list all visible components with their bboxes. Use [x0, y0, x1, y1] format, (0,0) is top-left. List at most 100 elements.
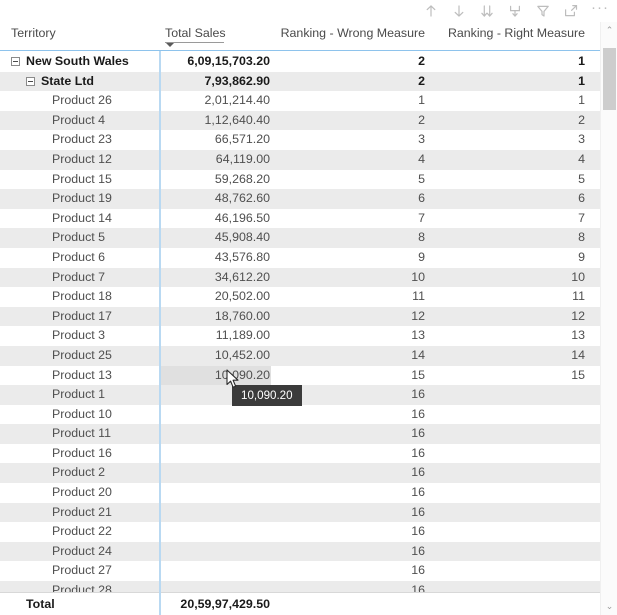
column-header-territory[interactable]: Territory [11, 26, 56, 40]
cell-total-sales [165, 405, 270, 425]
cell-ranking-right-measure [435, 444, 585, 464]
cell-territory: Product 11 [52, 426, 112, 441]
cell-ranking-wrong-measure: 10 [411, 269, 425, 284]
cell-ranking-right-measure [435, 424, 585, 444]
table-row[interactable]: Product 6 43,576.80 9 9 [0, 247, 600, 268]
cell-total-sales: 46,196.50 [214, 210, 270, 225]
table-row[interactable]: Product 5 45,908.40 8 8 [0, 228, 600, 248]
cell-total-sales: 7,93,862.90 [204, 73, 270, 88]
cell-ranking-right-measure [435, 542, 585, 562]
cell-ranking-wrong-measure: 13 [411, 328, 425, 343]
cell-ranking-wrong-measure: 16 [411, 387, 425, 402]
cell-territory: Product 24 [52, 543, 112, 558]
table-row[interactable]: Product 16 16 [0, 443, 600, 464]
cell-total-sales [165, 483, 270, 503]
table-row[interactable]: State Ltd 7,93,862.90 2 1 [0, 71, 600, 92]
cell-ranking-right-measure: 13 [571, 328, 585, 343]
table-row[interactable]: Product 4 1,12,640.40 2 2 [0, 110, 600, 131]
table-row[interactable]: Product 10 16 [0, 404, 600, 425]
table-row[interactable]: Product 13 10,090.20 15 15 [0, 365, 600, 386]
cell-territory: New South Wales [26, 54, 129, 68]
vertical-scrollbar[interactable]: ⌃ ⌄ [600, 22, 617, 615]
matrix-body[interactable]: New South Wales 6,09,15,703.20 2 1 State Ltd… [0, 52, 600, 592]
total-row: Total 20,59,97,429.50 [0, 592, 600, 615]
cell-ranking-right-measure [435, 483, 585, 503]
table-row[interactable]: Product 7 34,612.20 10 10 [0, 267, 600, 288]
cell-territory: Product 28 [52, 583, 112, 592]
collapse-icon[interactable] [26, 76, 35, 86]
cell-territory: Product 27 [52, 563, 112, 578]
cell-ranking-wrong-measure: 16 [411, 543, 425, 558]
focus-mode-icon[interactable] [563, 4, 578, 19]
table-row[interactable]: Product 14 46,196.50 7 7 [0, 208, 600, 229]
cell-ranking-wrong-measure: 9 [418, 249, 425, 264]
cell-total-sales [165, 561, 270, 581]
table-row[interactable]: Product 24 16 [0, 541, 600, 562]
table-row[interactable]: Product 26 2,01,214.40 1 1 [0, 91, 600, 111]
table-row[interactable]: Product 27 16 [0, 561, 600, 582]
cell-ranking-wrong-measure: 3 [418, 132, 425, 147]
cell-total-sales [165, 522, 270, 542]
cell-total-sales: 66,571.20 [214, 132, 270, 147]
table-row[interactable]: Product 20 16 [0, 483, 600, 503]
cell-ranking-wrong-measure: 16 [411, 524, 425, 539]
expand-all-down-icon[interactable] [479, 4, 494, 19]
table-row[interactable]: Product 12 64,119.00 4 4 [0, 149, 600, 170]
scroll-down-icon[interactable]: ⌄ [601, 598, 617, 615]
column-header-ranking-right-measure[interactable]: Ranking - Right Measure [430, 26, 585, 40]
table-row[interactable]: Product 17 18,760.00 12 12 [0, 306, 600, 327]
more-options-icon[interactable]: ··· [591, 0, 609, 18]
drill-down-arrow-icon[interactable] [451, 4, 466, 19]
table-row[interactable]: Product 23 66,571.20 3 3 [0, 130, 600, 150]
cell-ranking-wrong-measure: 12 [411, 308, 425, 323]
column-header-ranking-wrong-measure[interactable]: Ranking - Wrong Measure [245, 26, 425, 40]
table-row[interactable]: Product 22 16 [0, 522, 600, 542]
column-header-total-sales[interactable]: Total Sales [165, 26, 226, 40]
cell-ranking-right-measure: 12 [571, 308, 585, 323]
sort-descending-caret-icon[interactable] [166, 43, 174, 47]
cell-ranking-right-measure: 14 [571, 347, 585, 362]
cell-ranking-wrong-measure: 16 [411, 465, 425, 480]
table-row[interactable]: Product 18 20,502.00 11 11 [0, 287, 600, 307]
scrollbar-thumb[interactable] [603, 48, 616, 110]
cell-ranking-right-measure: 8 [578, 230, 585, 245]
cell-total-sales: 59,268.20 [214, 171, 270, 186]
collapse-icon[interactable] [11, 57, 20, 66]
table-row[interactable]: Product 15 59,268.20 5 5 [0, 169, 600, 190]
cell-territory: Product 7 [52, 269, 106, 284]
cell-ranking-right-measure: 10 [571, 269, 585, 284]
table-row[interactable]: Product 21 16 [0, 502, 600, 523]
cell-total-sales: 11,189.00 [215, 328, 270, 343]
cell-ranking-wrong-measure: 4 [418, 151, 425, 166]
cell-ranking-right-measure: 5 [578, 171, 585, 186]
cell-ranking-wrong-measure: 15 [411, 367, 425, 382]
table-row[interactable]: Product 28 16 [0, 581, 600, 592]
cell-ranking-right-measure [435, 522, 585, 542]
table-row[interactable]: Product 2 16 [0, 463, 600, 484]
visual-header-toolbar: ··· [423, 0, 609, 22]
cell-ranking-wrong-measure: 16 [411, 426, 425, 441]
table-row[interactable]: Product 19 48,762.60 6 6 [0, 189, 600, 209]
cell-territory: Product 25 [52, 347, 112, 362]
cell-total-sales: 43,576.80 [214, 249, 270, 264]
column-header-row: Territory Total Sales Ranking - Wrong Me… [0, 22, 600, 51]
table-row[interactable]: Product 25 10,452.00 14 14 [0, 345, 600, 366]
cell-territory: Product 26 [52, 93, 112, 108]
table-row[interactable]: Product 11 16 [0, 424, 600, 444]
drill-up-arrow-icon[interactable] [423, 4, 438, 19]
cell-total-sales: 6,09,15,703.20 [187, 54, 270, 68]
drill-mode-icon[interactable] [507, 4, 522, 19]
cell-ranking-wrong-measure: 5 [418, 171, 425, 186]
cell-ranking-wrong-measure: 2 [418, 112, 425, 127]
cell-ranking-wrong-measure: 2 [418, 73, 425, 88]
cell-territory: Product 19 [52, 191, 112, 206]
cell-territory: Product 10 [52, 406, 112, 421]
table-row[interactable]: New South Wales 6,09,15,703.20 2 1 [0, 52, 600, 72]
cell-territory: Product 1 [52, 387, 106, 402]
table-row[interactable]: Product 3 11,189.00 13 13 [0, 326, 600, 346]
cell-ranking-right-measure: 2 [578, 112, 585, 127]
cell-ranking-right-measure [435, 503, 585, 523]
cell-ranking-right-measure [435, 405, 585, 425]
scroll-up-icon[interactable]: ⌃ [601, 22, 617, 39]
filter-icon[interactable] [535, 4, 550, 19]
